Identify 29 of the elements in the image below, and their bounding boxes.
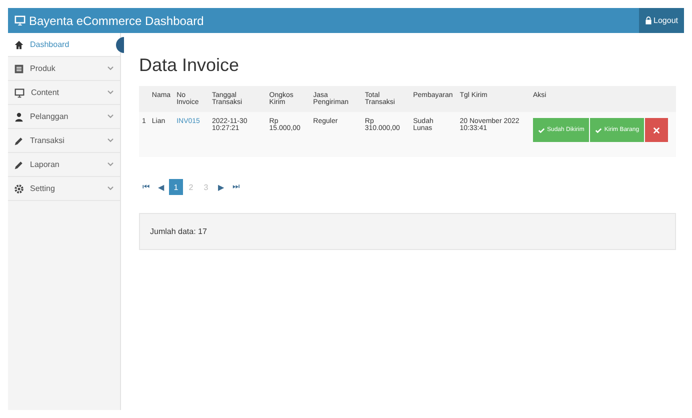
sidebar-item[interactable]: Setting bbox=[8, 177, 120, 201]
page-link[interactable]: ▶ bbox=[214, 179, 228, 195]
close-icon bbox=[653, 126, 660, 134]
gear-icon bbox=[14, 184, 24, 194]
pencil-icon bbox=[14, 160, 24, 170]
sidebar-item[interactable]: Content bbox=[8, 81, 120, 105]
page-title: Data Invoice bbox=[139, 55, 240, 76]
page-link[interactable]: ◀ bbox=[154, 179, 168, 195]
page-link[interactable]: ⏭ bbox=[229, 179, 243, 195]
page-link[interactable]: ⏮ bbox=[139, 179, 153, 195]
pencil-icon bbox=[14, 136, 24, 146]
list-icon bbox=[14, 64, 24, 74]
user-icon bbox=[14, 112, 24, 122]
sidebar-item[interactable]: Produk bbox=[8, 57, 120, 81]
home-icon bbox=[14, 40, 24, 50]
monitor-icon bbox=[14, 15, 26, 26]
lock-icon bbox=[644, 16, 652, 25]
app-title: Bayenta eCommerce Dashboard bbox=[29, 14, 204, 28]
delete-button[interactable] bbox=[645, 118, 668, 142]
sidebar-item[interactable]: Pelanggan bbox=[8, 105, 120, 129]
check-icon bbox=[538, 126, 545, 134]
page-link[interactable]: 1 bbox=[169, 179, 183, 195]
sidebar-item[interactable]: Transaksi bbox=[8, 129, 120, 153]
monitor-icon bbox=[14, 88, 25, 98]
sidebar-item[interactable]: Laporan bbox=[8, 153, 120, 177]
logout-button[interactable]: Logout bbox=[638, 8, 684, 33]
sidebar-item[interactable]: Dashboard bbox=[8, 33, 120, 57]
check-icon bbox=[595, 126, 602, 134]
record-count: Jumlah data: 17 bbox=[150, 227, 207, 236]
